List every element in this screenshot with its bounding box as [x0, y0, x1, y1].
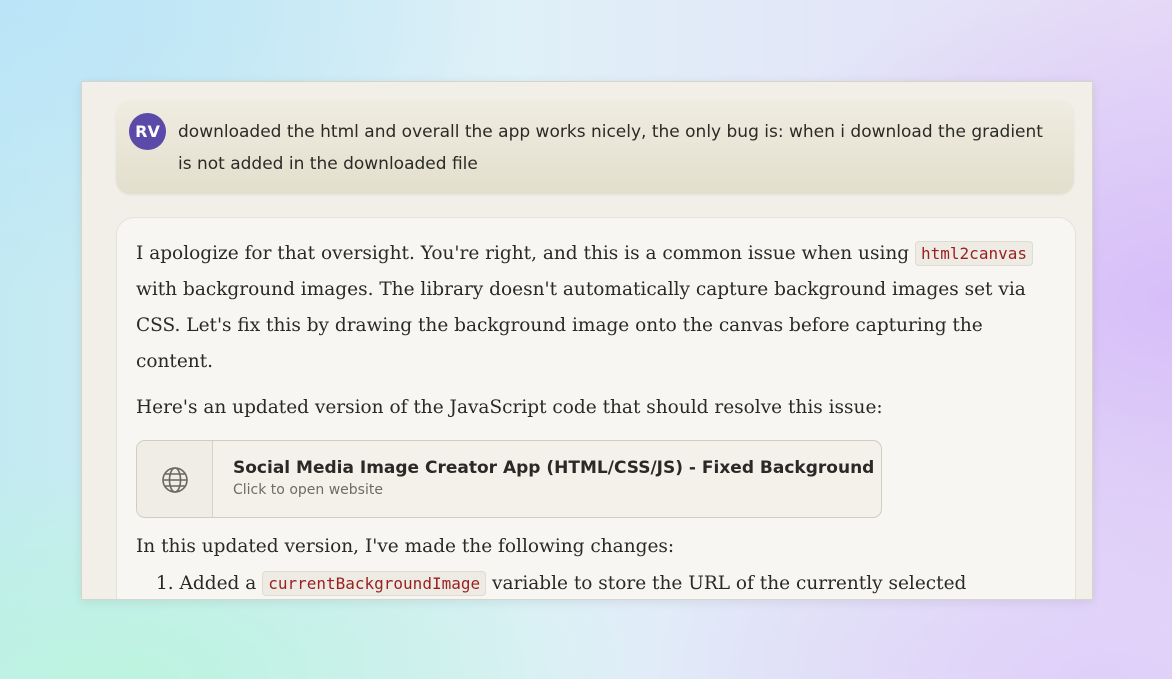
- assistant-paragraph-changes: In this updated version, I've made the f…: [136, 536, 675, 557]
- globe-icon: [162, 467, 188, 493]
- assistant-paragraph-updated-version: Here's an updated version of the JavaScr…: [136, 397, 883, 418]
- inline-code-current-background-image: currentBackgroundImage: [262, 571, 487, 596]
- artifact-subtitle: Click to open website: [233, 482, 383, 498]
- inline-code-html2canvas: html2canvas: [915, 241, 1033, 266]
- list-item-text-part2: variable to store the URL of the current…: [492, 573, 967, 594]
- list-item: 1. Added a currentBackgroundImage variab…: [156, 566, 967, 599]
- artifact-icon-box: [137, 441, 213, 517]
- chat-window: RV downloaded the html and overall the a…: [81, 81, 1093, 600]
- artifact-title: Social Media Image Creator App (HTML/CSS…: [233, 458, 875, 478]
- intro-text-part1: I apologize for that oversight. You're r…: [136, 243, 910, 264]
- list-item-number: 1.: [156, 573, 174, 594]
- assistant-message: I apologize for that oversight. You're r…: [116, 217, 1076, 599]
- user-message-text: downloaded the html and overall the app …: [178, 122, 1043, 174]
- user-message: RV downloaded the html and overall the a…: [116, 100, 1074, 194]
- avatar[interactable]: RV: [129, 113, 166, 150]
- list-item-text-part1: Added a: [179, 573, 257, 594]
- artifact-card[interactable]: Social Media Image Creator App (HTML/CSS…: [136, 440, 882, 518]
- intro-text-part2: with background images. The library does…: [136, 279, 1026, 372]
- assistant-message-body: I apologize for that oversight. You're r…: [136, 236, 1036, 596]
- assistant-paragraph-intro: I apologize for that oversight. You're r…: [136, 236, 1036, 380]
